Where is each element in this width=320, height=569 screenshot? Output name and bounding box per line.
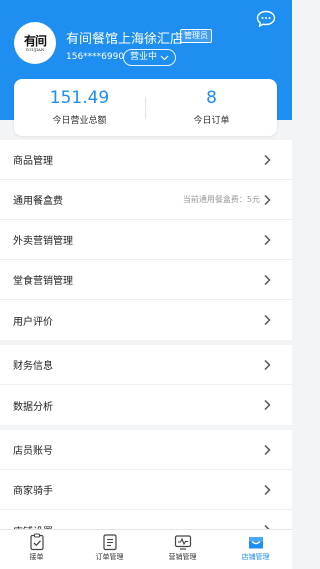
tab-label: 订单管理 [95, 553, 124, 561]
menu-item-label: 财务信息 [13, 361, 53, 372]
menu-item-packaging-fee[interactable]: 通用餐盒费 当前通用餐盒费：5元 [0, 180, 292, 220]
revenue-label: 今日营业总额 [52, 116, 107, 126]
menu-group-store: 商品管理 通用餐盒费 当前通用餐盒费：5元 外卖营销管理 堂食营销管理 用户评价 [0, 140, 292, 340]
store-phone: 156****6990 [66, 52, 125, 62]
store-logo: 有间 YOUJIAN [23, 33, 47, 52]
menu-item-dinein-marketing[interactable]: 堂食营销管理 [0, 260, 292, 300]
tab-order-management[interactable]: 订单管理 [73, 530, 146, 569]
marketing-monitor-icon [174, 535, 191, 550]
chevron-right-icon [264, 484, 271, 496]
store-name: 有间餐馆上海徐汇店 [66, 32, 184, 47]
tab-label: 营销管理 [168, 553, 197, 561]
chevron-right-icon [264, 154, 271, 166]
menu-item-label: 商品管理 [13, 156, 53, 167]
menu-group-finance: 财务信息 数据分析 [0, 345, 292, 425]
tab-store-management[interactable]: 店铺管理 [219, 530, 292, 569]
today-stats-card: 151.49 今日营业总额 8 今日订单 [14, 79, 277, 136]
chevron-down-icon [160, 55, 169, 60]
menu-item-label: 店员账号 [13, 446, 53, 457]
revenue-stat[interactable]: 151.49 今日营业总额 [14, 87, 145, 126]
packaging-fee-hint: 当前通用餐盒费：5元 [182, 195, 260, 204]
chevron-right-icon [264, 194, 271, 206]
chevron-right-icon [264, 444, 271, 456]
chevron-right-icon [264, 359, 271, 371]
role-badge: 管理员 [180, 29, 212, 43]
chevron-right-icon [264, 399, 271, 411]
message-icon[interactable] [256, 10, 276, 28]
order-list-icon [102, 534, 117, 551]
menu-item-merchant-riders[interactable]: 商家骑手 [0, 470, 292, 510]
business-status-dropdown[interactable]: 营业中 [123, 49, 177, 66]
menu-item-label: 用户评价 [13, 316, 53, 328]
menu-item-product-management[interactable]: 商品管理 [0, 140, 292, 180]
business-status-label: 营业中 [130, 52, 158, 62]
menu-item-staff-accounts[interactable]: 店员账号 [0, 430, 292, 470]
menu-item-label: 商家骑手 [13, 486, 53, 497]
store-icon [248, 537, 263, 549]
menu-item-finance-info[interactable]: 财务信息 [0, 345, 292, 385]
orders-label: 今日订单 [193, 116, 230, 126]
menu-item-label: 外卖营销管理 [13, 236, 73, 247]
chevron-right-icon [264, 234, 271, 246]
store-avatar[interactable]: 有间 YOUJIAN [14, 22, 56, 64]
menu-item-delivery-marketing[interactable]: 外卖营销管理 [0, 220, 292, 260]
menu-item-user-reviews[interactable]: 用户评价 [0, 300, 292, 340]
orders-value: 8 [206, 88, 217, 108]
orders-stat[interactable]: 8 今日订单 [146, 87, 277, 126]
chevron-right-icon [264, 314, 271, 326]
tab-label: 店铺管理 [241, 553, 270, 561]
clipboard-check-icon [29, 533, 44, 551]
tab-label: 接单 [29, 553, 44, 561]
menu-item-label: 数据分析 [13, 401, 53, 413]
bottom-tab-bar: 接单 订单管理 营销管理 店铺管理 [0, 529, 292, 569]
menu-item-label: 通用餐盒费 [13, 196, 63, 207]
revenue-value: 151.49 [49, 88, 110, 108]
chevron-right-icon [264, 274, 271, 286]
menu-item-data-analysis[interactable]: 数据分析 [0, 385, 292, 425]
tab-marketing-management[interactable]: 营销管理 [146, 530, 219, 569]
menu-item-label: 堂食营销管理 [13, 276, 73, 287]
tab-accept-orders[interactable]: 接单 [0, 530, 73, 569]
